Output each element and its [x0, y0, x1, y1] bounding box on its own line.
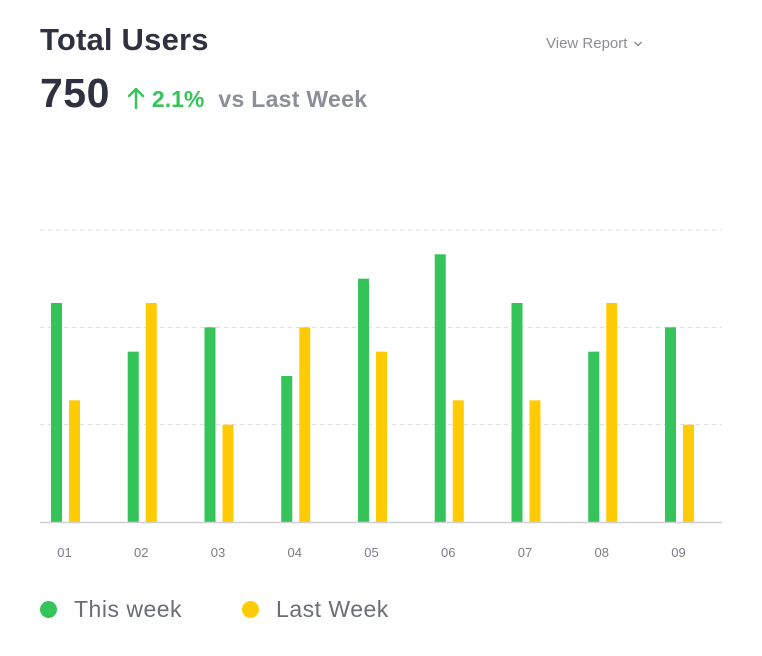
- bar-chart: 01 02 03 04 05 06 07 08 09: [40, 229, 722, 560]
- x-tick-label: 08: [595, 545, 609, 560]
- bar-this-week-06[interactable]: [434, 254, 446, 523]
- legend-item-last-week: Last Week: [242, 596, 389, 623]
- bar-this-week-01[interactable]: [51, 303, 62, 522]
- bar-last-week-05[interactable]: [376, 351, 387, 522]
- bar-this-week-02[interactable]: [127, 351, 139, 522]
- bar-this-week-03[interactable]: [204, 327, 216, 522]
- x-tick-label: 02: [134, 545, 148, 560]
- x-tick-label: 09: [671, 545, 685, 560]
- bar-last-week-07[interactable]: [529, 400, 541, 522]
- bar-last-week-01[interactable]: [69, 400, 80, 522]
- x-tick-label: 04: [288, 545, 302, 560]
- bar-last-week-03[interactable]: [222, 424, 234, 522]
- bar-last-week-08[interactable]: [606, 303, 618, 522]
- legend-label-last-week: Last Week: [276, 596, 389, 622]
- bar-this-week-04[interactable]: [281, 376, 293, 522]
- bar-last-week-02[interactable]: [145, 303, 157, 522]
- bar-last-week-04[interactable]: [299, 327, 311, 522]
- bar-this-week-05[interactable]: [358, 278, 369, 522]
- x-tick-label: 05: [364, 545, 378, 560]
- legend-label-this-week: This week: [74, 596, 183, 622]
- bar-last-week-06[interactable]: [452, 400, 464, 522]
- legend-dot-last-week: [242, 601, 260, 618]
- bar-this-week-09[interactable]: [665, 327, 676, 522]
- bar-this-week-08[interactable]: [588, 351, 600, 522]
- bar-this-week-07[interactable]: [511, 303, 523, 522]
- legend-item-this-week: This week: [40, 596, 182, 623]
- x-tick-label: 03: [211, 545, 225, 560]
- total-users-card: Total Users View Report 750 2.1% vs Last…: [0, 0, 762, 656]
- legend-dot-this-week: [40, 601, 57, 618]
- x-tick-label: 07: [518, 545, 532, 560]
- legend: This week Last Week: [40, 596, 449, 623]
- x-tick-label: 01: [57, 545, 71, 560]
- x-tick-label: 06: [441, 545, 455, 560]
- bar-last-week-09[interactable]: [683, 424, 694, 522]
